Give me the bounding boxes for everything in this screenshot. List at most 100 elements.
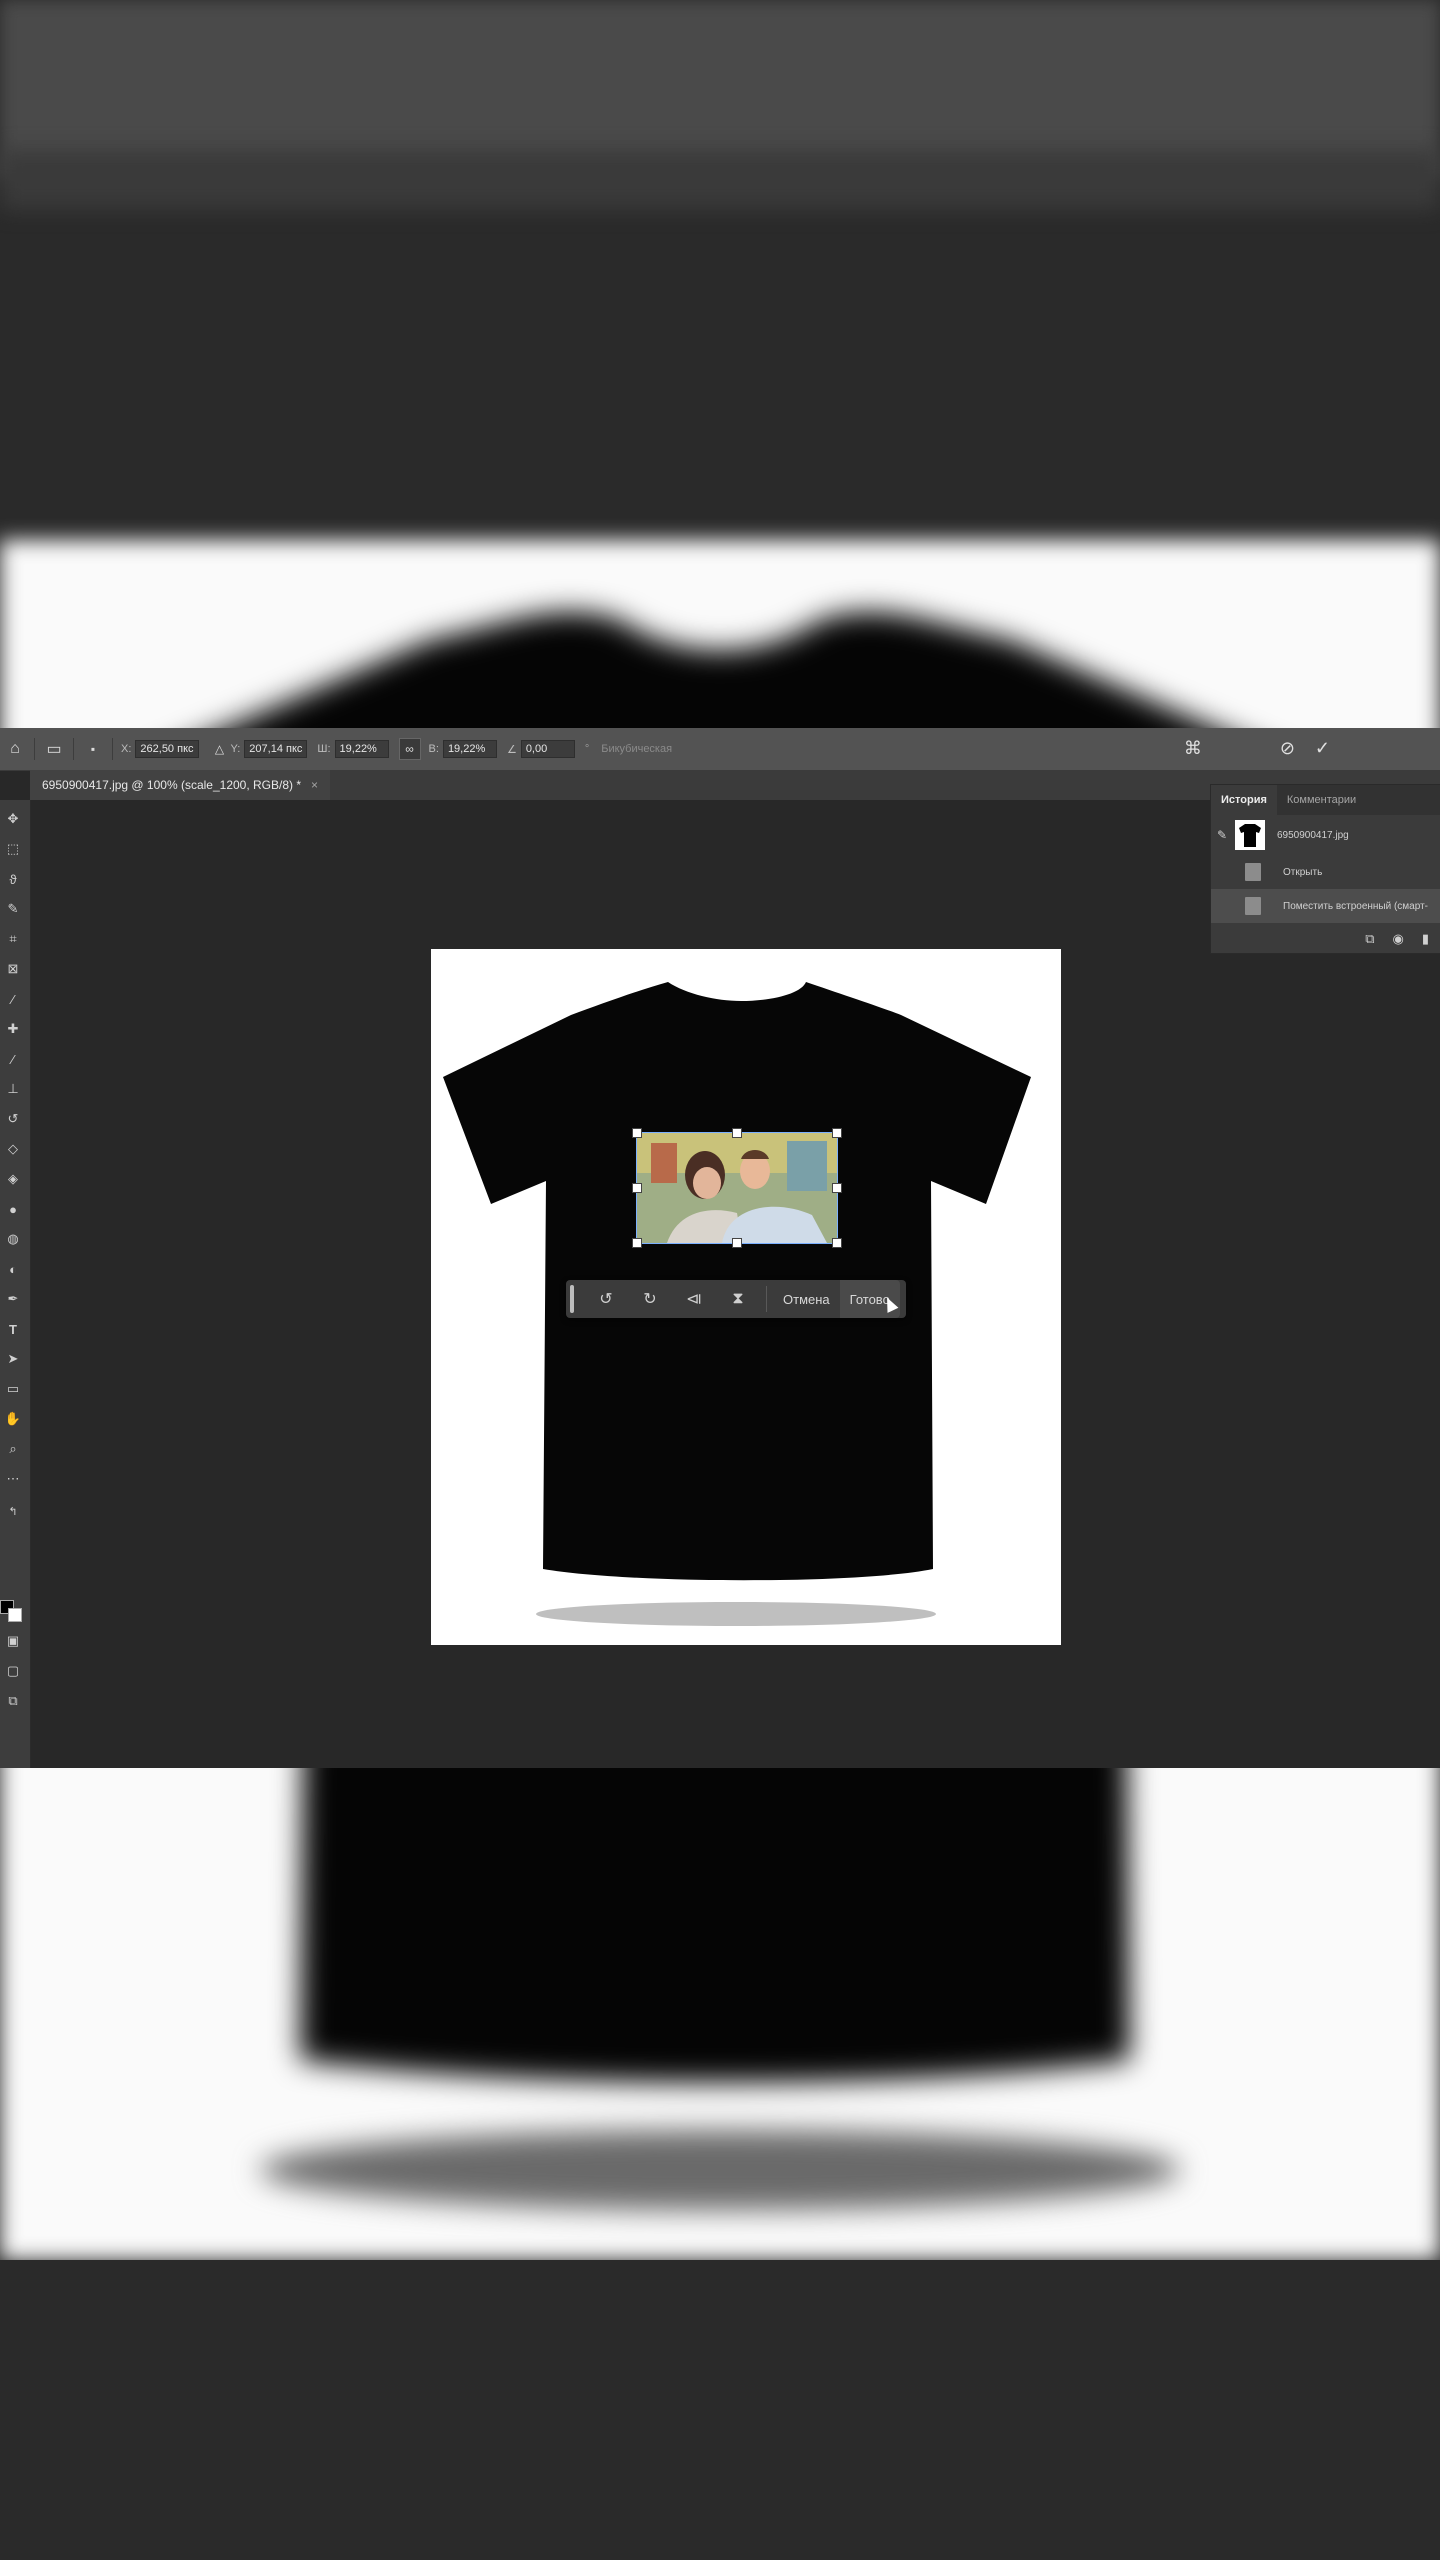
snapshot-thumbnail <box>1235 820 1265 850</box>
close-tab-icon[interactable]: × <box>311 778 318 792</box>
history-panel-tabs: История Комментарии <box>1211 785 1440 815</box>
marquee-tool-icon[interactable]: ⬚ <box>2 838 24 860</box>
flip-vertical-icon[interactable]: ⧗ <box>716 1280 760 1318</box>
quick-mask-icon[interactable]: ▣ <box>2 1630 24 1652</box>
flip-horizontal-icon[interactable]: ⧏ <box>672 1280 716 1318</box>
cancel-button[interactable]: Отмена <box>773 1280 840 1318</box>
stamp-tool-icon[interactable]: ⊥ <box>2 1078 24 1100</box>
angle-input[interactable]: 0,00 <box>520 740 575 758</box>
home-icon[interactable]: ⌂ <box>4 738 26 760</box>
rotate-left-icon[interactable]: ↺ <box>584 1280 628 1318</box>
options-separator <box>34 738 35 760</box>
document-tab-title: 6950900417.jpg @ 100% (scale_1200, RGB/8… <box>42 778 302 792</box>
document-tab[interactable]: 6950900417.jpg @ 100% (scale_1200, RGB/8… <box>30 770 331 800</box>
height-label: В: <box>428 743 439 755</box>
transform-handle-bottom-left[interactable] <box>632 1238 642 1248</box>
snapshot-camera-icon[interactable]: ◉ <box>1393 931 1404 947</box>
placed-photo-image <box>637 1133 837 1243</box>
burn-tool-icon[interactable]: ◐ <box>2 1258 24 1280</box>
transform-handle-right[interactable] <box>832 1183 842 1193</box>
options-bar: ⌂ ▭ ▪ X: 262,50 пкс △ Y: 207,14 пкс Ш: 1… <box>0 728 1440 771</box>
reference-point-icon[interactable]: ▪ <box>82 738 104 760</box>
history-step[interactable]: Открыть <box>1211 855 1440 889</box>
gradient-tool-icon[interactable]: ◈ <box>2 1168 24 1190</box>
relative-position-icon[interactable]: △ <box>209 738 231 760</box>
link-proportions-icon[interactable]: ∞ <box>398 738 421 760</box>
tools-panel: ✥ ⬚ ϑ ✎ ⌗ ⊠ ⁄ ✚ ∕ ⊥ ↺ ◇ ◈ ● ◍ ◐ ✒ T ➤ ▭ … <box>0 800 31 1768</box>
more-tools-icon[interactable]: ⋯ <box>2 1468 24 1490</box>
options-separator <box>112 738 113 760</box>
background-color-swatch[interactable] <box>8 1608 22 1622</box>
interpolation-select[interactable]: Бикубическая <box>601 743 672 755</box>
warp-icon[interactable]: ⌘ <box>1184 738 1202 759</box>
tab-comments[interactable]: Комментарии <box>1277 785 1366 815</box>
dodge-tool-icon[interactable]: ◍ <box>2 1228 24 1250</box>
x-field[interactable]: X: 262,50 пкс <box>121 740 199 758</box>
y-input[interactable]: 207,14 пкс <box>244 740 308 758</box>
angle-icon: ∠ <box>506 743 517 756</box>
height-field[interactable]: В: 19,22% <box>429 740 497 758</box>
snapshot-name: 6950900417.jpg <box>1277 829 1349 841</box>
placed-photo[interactable] <box>636 1132 838 1244</box>
new-document-from-state-icon[interactable]: ⧉ <box>1365 931 1374 947</box>
transform-handle-top[interactable] <box>732 1128 742 1138</box>
brush-tool-icon[interactable]: ∕ <box>2 1048 24 1070</box>
frame-tool-icon[interactable]: ⊠ <box>2 958 24 980</box>
type-tool-icon[interactable]: T <box>2 1318 24 1340</box>
transform-handle-bottom[interactable] <box>732 1238 742 1248</box>
frame-edit-icon[interactable]: ⧉ <box>2 1690 24 1712</box>
zoom-tool-icon[interactable]: ⌕ <box>2 1438 24 1460</box>
screen-mode-icon[interactable]: ▢ <box>2 1660 24 1682</box>
hand-tool-icon[interactable]: ✋ <box>2 1408 24 1430</box>
degree-sign: ° <box>584 743 590 755</box>
commit-controls: ⌘ ⊘ ✓ <box>1184 738 1330 759</box>
transform-handle-top-left[interactable] <box>632 1128 642 1138</box>
cancel-transform-icon[interactable]: ⊘ <box>1280 738 1295 759</box>
rectangle-tool-icon[interactable]: ▭ <box>2 1378 24 1400</box>
swap-colors-icon[interactable]: ↰ <box>2 1500 24 1522</box>
lasso-tool-icon[interactable]: ϑ <box>2 868 24 890</box>
x-input[interactable]: 262,50 пкс <box>135 740 199 758</box>
photoshop-window: ⌂ ▭ ▪ X: 262,50 пкс △ Y: 207,14 пкс Ш: 1… <box>0 728 1440 1768</box>
history-step-label: Открыть <box>1283 866 1323 878</box>
tab-history[interactable]: История <box>1211 785 1277 815</box>
history-panel: История Комментарии ✎ 6950900417.jpg Отк… <box>1210 784 1440 954</box>
transform-handle-top-right[interactable] <box>832 1128 842 1138</box>
eraser-tool-icon[interactable]: ◇ <box>2 1138 24 1160</box>
history-panel-footer: ⧉ ◉ ▮ <box>1211 925 1440 953</box>
transform-handle-bottom-right[interactable] <box>832 1238 842 1248</box>
y-label: Y: <box>230 743 241 755</box>
blurred-bottom <box>0 2260 1440 2560</box>
trash-icon[interactable]: ▮ <box>1422 931 1429 947</box>
eyedropper-tool-icon[interactable]: ⁄ <box>2 988 24 1010</box>
options-separator <box>73 738 74 760</box>
history-snapshot[interactable]: ✎ 6950900417.jpg <box>1211 815 1440 855</box>
history-step-label: Поместить встроенный (смарт- <box>1283 900 1428 912</box>
crop-tool-icon[interactable]: ⌗ <box>2 928 24 950</box>
height-input[interactable]: 19,22% <box>442 740 497 758</box>
width-input[interactable]: 19,22% <box>334 740 389 758</box>
history-step[interactable]: Поместить встроенный (смарт- <box>1211 889 1440 923</box>
document-step-icon <box>1245 897 1261 915</box>
history-brush-tool-icon[interactable]: ↺ <box>2 1108 24 1130</box>
quick-select-tool-icon[interactable]: ✎ <box>2 898 24 920</box>
width-label: Ш: <box>317 743 331 755</box>
toolbar-grip[interactable] <box>570 1285 574 1313</box>
toolbar-divider <box>766 1286 767 1312</box>
tool-preset-icon[interactable]: ▭ <box>43 738 65 760</box>
rotate-right-icon[interactable]: ↻ <box>628 1280 672 1318</box>
y-field[interactable]: Y: 207,14 пкс <box>231 740 308 758</box>
document-step-icon <box>1245 863 1261 881</box>
width-field[interactable]: Ш: 19,22% <box>317 740 389 758</box>
angle-field[interactable]: ∠ 0,00 <box>507 740 575 758</box>
move-tool-icon[interactable]: ✥ <box>2 808 24 830</box>
x-label: X: <box>121 743 132 755</box>
history-brush-source-icon[interactable]: ✎ <box>1217 828 1227 842</box>
path-select-tool-icon[interactable]: ➤ <box>2 1348 24 1370</box>
healing-brush-tool-icon[interactable]: ✚ <box>2 1018 24 1040</box>
pen-tool-icon[interactable]: ✒ <box>2 1288 24 1310</box>
commit-transform-icon[interactable]: ✓ <box>1315 738 1330 759</box>
blur-tool-icon[interactable]: ● <box>2 1198 24 1220</box>
transform-context-toolbar: ↺ ↻ ⧏ ⧗ Отмена Готово <box>566 1280 906 1318</box>
transform-handle-left[interactable] <box>632 1183 642 1193</box>
